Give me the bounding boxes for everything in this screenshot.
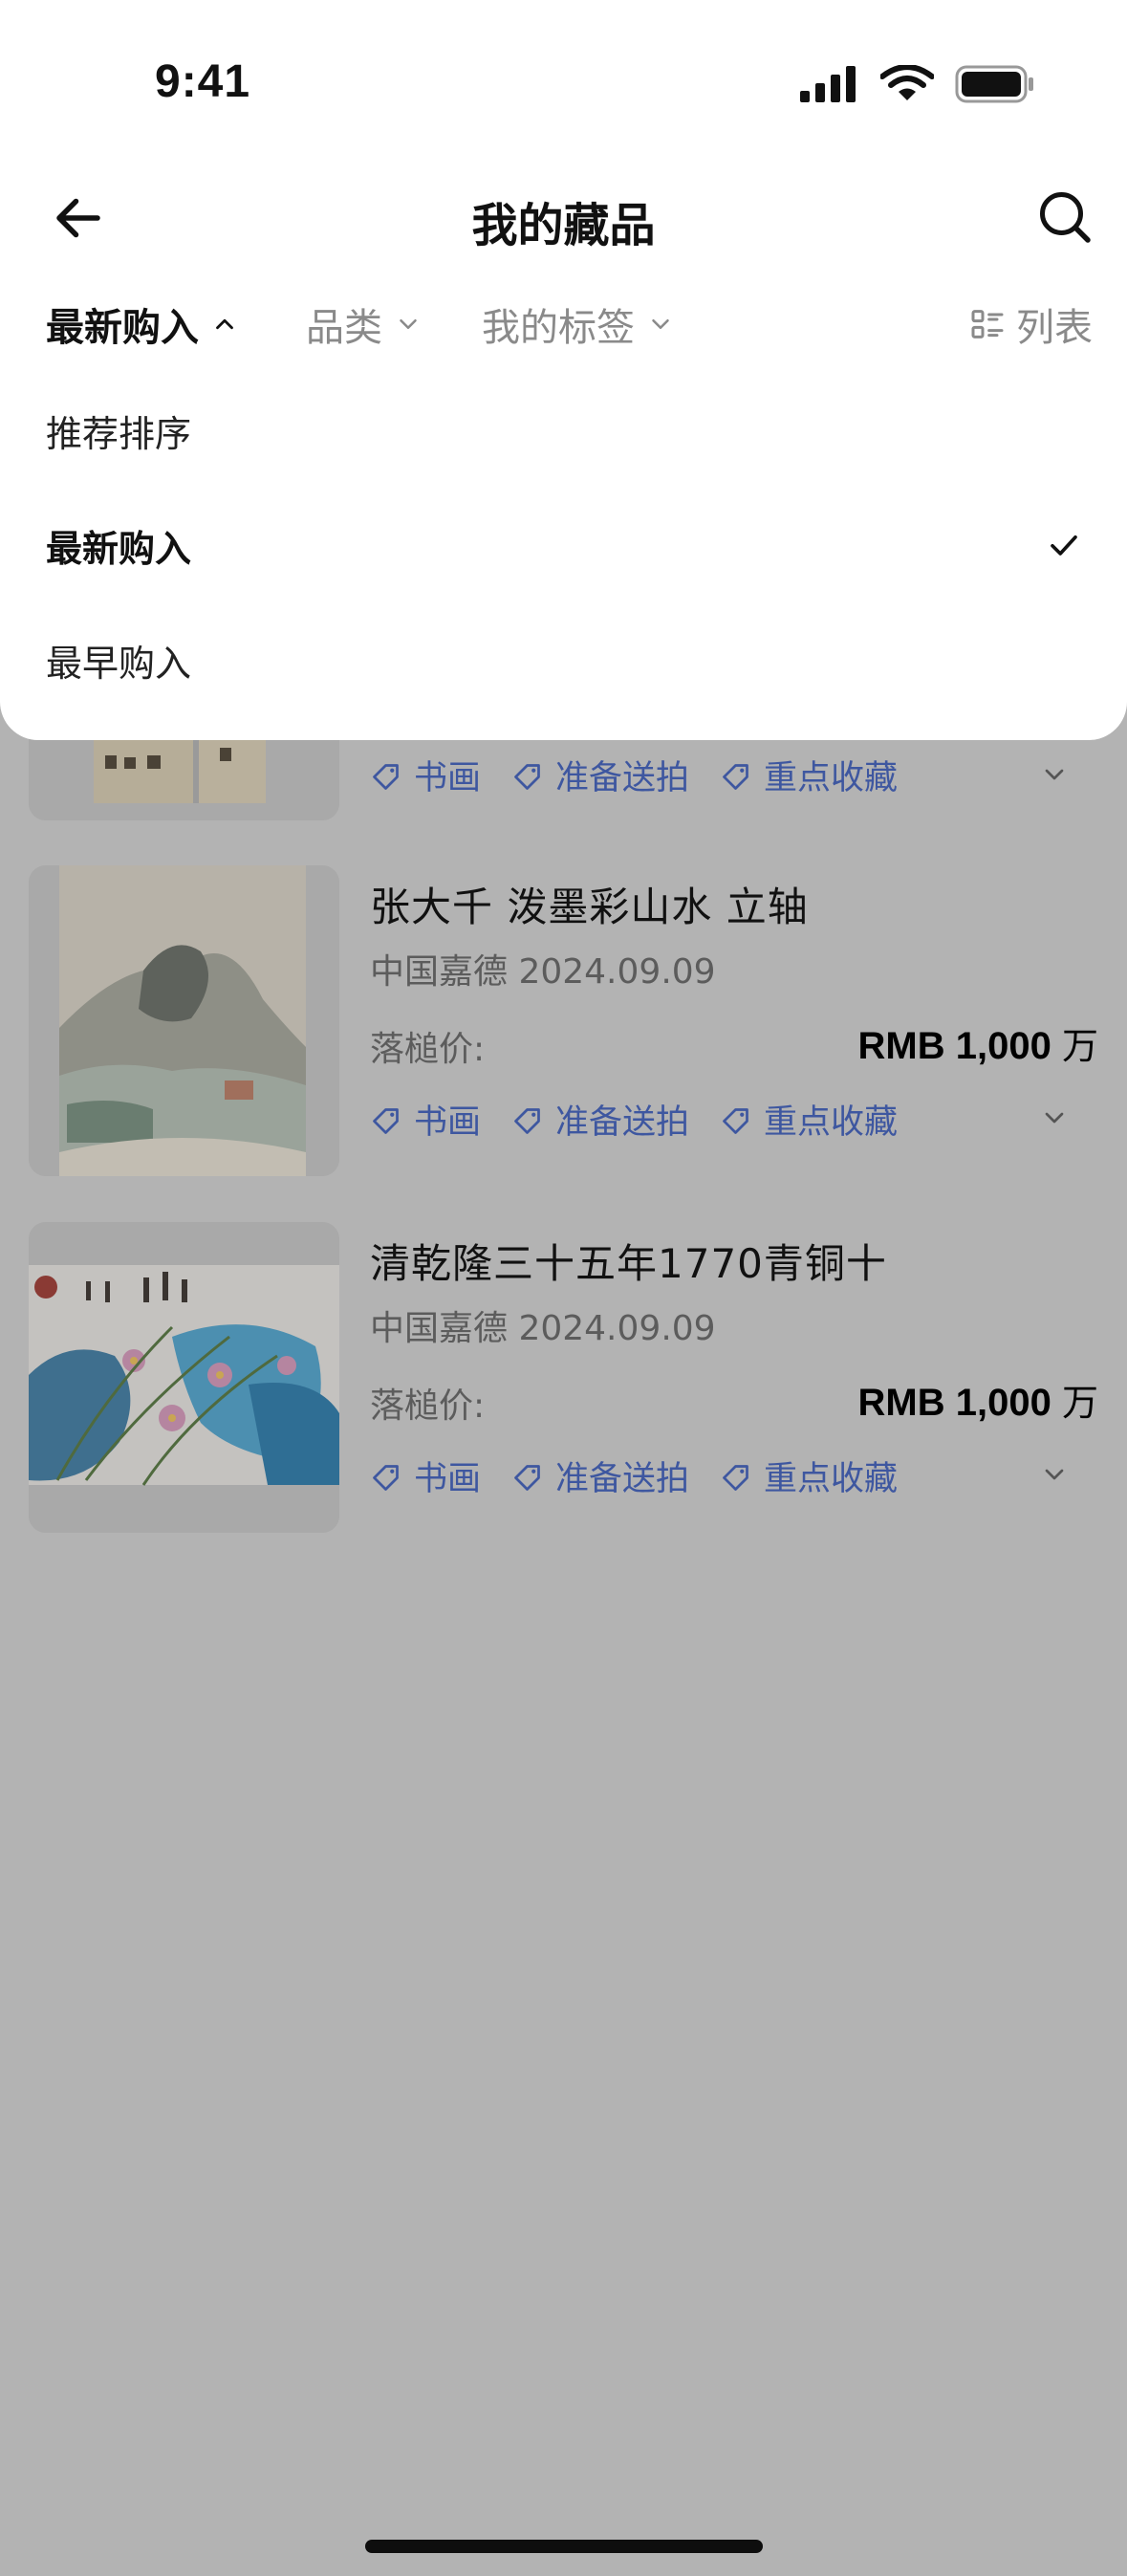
list-view-icon bbox=[971, 310, 1004, 338]
category-filter-label: 品类 bbox=[306, 306, 382, 350]
price: RMB 1,000 万 bbox=[858, 1373, 1098, 1426]
tag-icon bbox=[514, 1107, 540, 1134]
chevron-up-icon bbox=[216, 318, 233, 330]
signal-icon bbox=[800, 66, 856, 102]
item-tags: 书画 准备送拍 重点收藏 bbox=[370, 751, 898, 799]
list-item[interactable]: 张大千 泼墨彩山水 立轴 中国嘉德 2024.09.09 落槌价: RMB 1,… bbox=[29, 865, 1098, 1176]
sort-option-recommended[interactable]: 推荐排序 bbox=[46, 402, 1081, 459]
tag-icon bbox=[373, 763, 399, 790]
filter-bar: 最新购入 品类 我的标签 列表 bbox=[46, 296, 1093, 360]
tag-icon bbox=[514, 1464, 540, 1491]
item-title: 清乾隆三十五年1770青铜十 bbox=[370, 1240, 887, 1287]
sort-filter[interactable]: 最新购入 bbox=[46, 296, 239, 352]
tag-icon bbox=[373, 1464, 399, 1491]
tag-label: 书画 bbox=[414, 1460, 482, 1498]
my-tags-filter-label: 我的标签 bbox=[482, 306, 635, 350]
sort-option-label: 最新购入 bbox=[46, 527, 192, 570]
tag[interactable]: 书画 bbox=[370, 1095, 481, 1144]
chevron-down-icon[interactable] bbox=[1039, 1102, 1070, 1133]
page-title: 我的藏品 bbox=[471, 199, 656, 252]
chevron-down-icon[interactable] bbox=[1039, 759, 1070, 790]
tag-icon bbox=[723, 763, 748, 790]
item-title: 张大千 泼墨彩山水 立轴 bbox=[370, 884, 809, 930]
battery-icon bbox=[955, 65, 1033, 103]
landscape-painting-thumbnail bbox=[29, 865, 339, 1176]
tag-label: 准备送拍 bbox=[555, 759, 690, 797]
flower-painting-thumbnail bbox=[29, 1222, 339, 1533]
tag[interactable]: 准备送拍 bbox=[511, 1452, 689, 1500]
tag-label: 重点收藏 bbox=[764, 1103, 899, 1142]
tag[interactable]: 准备送拍 bbox=[511, 751, 689, 799]
tag-label: 重点收藏 bbox=[764, 759, 899, 797]
status-time: 9:41 bbox=[155, 56, 251, 107]
tag[interactable]: 书画 bbox=[370, 751, 481, 799]
tag-icon bbox=[723, 1107, 748, 1134]
tag[interactable]: 准备送拍 bbox=[511, 1095, 689, 1144]
sort-option-oldest[interactable]: 最早购入 bbox=[46, 631, 1081, 688]
tag-icon bbox=[514, 763, 540, 790]
sort-dropdown-sheet: 9:41 我的藏品 最新购入 品类 我的标签 列表 推荐排序 最新购入 最早购入 bbox=[0, 0, 1127, 740]
list-item[interactable]: 清乾隆三十五年1770青铜十 中国嘉德 2024.09.09 落槌价: RMB … bbox=[29, 1222, 1098, 1533]
tag[interactable]: 重点收藏 bbox=[720, 751, 898, 799]
tag-label: 重点收藏 bbox=[764, 1460, 899, 1498]
tag-icon bbox=[723, 1464, 748, 1491]
item-tags: 书画 准备送拍 重点收藏 bbox=[370, 1452, 898, 1500]
tag-label: 准备送拍 bbox=[555, 1103, 690, 1142]
view-toggle[interactable]: 列表 bbox=[968, 296, 1093, 352]
sort-option-label: 最早购入 bbox=[46, 642, 192, 685]
price-label: 落槌价: bbox=[370, 1386, 486, 1426]
price-currency: RMB bbox=[857, 1025, 945, 1067]
item-subtitle: 中国嘉德 2024.09.09 bbox=[370, 1309, 716, 1348]
price-unit: 万 bbox=[1061, 1027, 1098, 1067]
price-unit: 万 bbox=[1061, 1384, 1098, 1424]
wifi-icon bbox=[880, 65, 934, 100]
price-label: 落槌价: bbox=[370, 1030, 486, 1069]
chevron-down-icon bbox=[400, 319, 417, 329]
price-value: 1,000 bbox=[955, 1025, 1051, 1067]
tag[interactable]: 书画 bbox=[370, 1452, 481, 1500]
search-icon[interactable] bbox=[1035, 187, 1093, 245]
tag-label: 准备送拍 bbox=[555, 1460, 690, 1498]
sort-filter-label: 最新购入 bbox=[46, 306, 199, 350]
sort-option-label: 推荐排序 bbox=[46, 412, 192, 455]
tag-label: 书画 bbox=[414, 759, 482, 797]
home-indicator bbox=[365, 2540, 763, 2553]
screen: 书画 准备送拍 重点收藏 张大千 泼墨彩山水 立轴 中国嘉德 2024.09.0… bbox=[0, 0, 1127, 2576]
category-filter[interactable]: 品类 bbox=[306, 296, 423, 352]
chevron-down-icon[interactable] bbox=[1039, 1459, 1070, 1490]
item-tags: 书画 准备送拍 重点收藏 bbox=[370, 1095, 898, 1144]
tag-label: 书画 bbox=[414, 1103, 482, 1142]
price-currency: RMB bbox=[857, 1382, 945, 1424]
price: RMB 1,000 万 bbox=[858, 1016, 1098, 1069]
item-subtitle: 中国嘉德 2024.09.09 bbox=[370, 952, 716, 992]
checkmark-icon bbox=[1051, 535, 1077, 556]
chevron-down-icon bbox=[652, 319, 669, 329]
sort-option-newest[interactable]: 最新购入 bbox=[46, 516, 1081, 574]
tag[interactable]: 重点收藏 bbox=[720, 1452, 898, 1500]
my-tags-filter[interactable]: 我的标签 bbox=[482, 296, 675, 352]
view-toggle-label: 列表 bbox=[1016, 306, 1093, 350]
tag[interactable]: 重点收藏 bbox=[720, 1095, 898, 1144]
tag-icon bbox=[373, 1107, 399, 1134]
price-value: 1,000 bbox=[955, 1382, 1051, 1424]
status-icons bbox=[800, 65, 1035, 103]
